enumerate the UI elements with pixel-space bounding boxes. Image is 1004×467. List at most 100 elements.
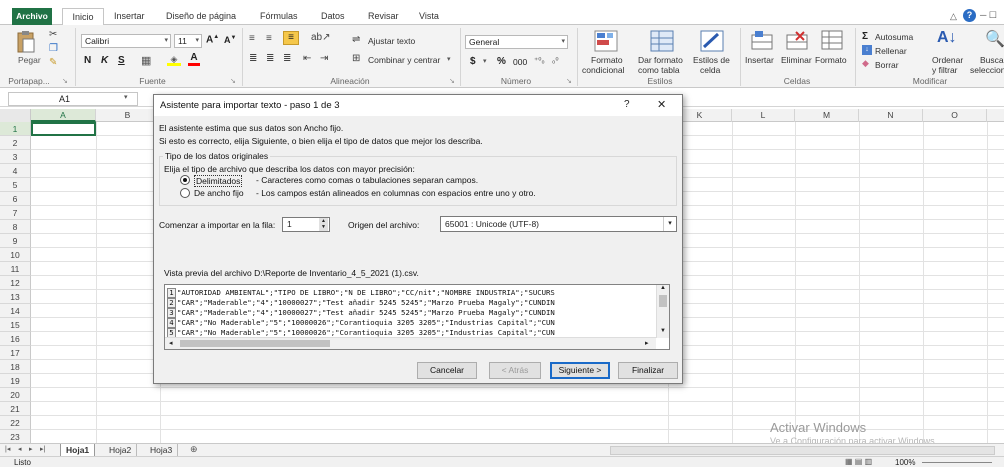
row-header[interactable]: 23 [0,430,31,444]
delete-cells-icon[interactable] [786,30,808,50]
radio-fixed-width[interactable] [180,188,190,198]
row-header[interactable]: 19 [0,374,31,388]
merge-center-icon[interactable]: ⊞ [352,53,360,64]
format-as-table-label1[interactable]: Dar formato [638,55,683,65]
format-painter-icon[interactable]: ✎ [49,57,57,68]
align-middle-icon[interactable]: ≡ [266,33,272,44]
sheet-nav-prev-icon[interactable]: ◂ [18,445,22,453]
decrease-indent-icon[interactable]: ⇤ [303,53,311,64]
orientation-icon[interactable]: ab↗ [311,32,331,43]
tab-insertar[interactable]: Insertar [110,8,149,25]
tab-diseno[interactable]: Diseño de página [162,8,240,25]
autosum-button[interactable]: Autosuma [875,32,913,42]
radio-delimited[interactable] [180,175,190,185]
window-controls-icon[interactable]: ─ ☐ [980,10,997,21]
help-icon[interactable]: ? [963,9,976,22]
row-header[interactable]: 11 [0,262,31,276]
tab-vista[interactable]: Vista [415,8,443,25]
row-header[interactable]: 14 [0,304,31,318]
column-header[interactable]: O [923,109,987,122]
sort-label1[interactable]: Ordenar [932,55,963,65]
new-sheet-icon[interactable]: ⊕ [190,444,198,455]
sort-label2[interactable]: y filtrar [932,65,958,75]
cut-icon[interactable]: ✂ [49,29,57,40]
chevron-down-icon[interactable]: ▾ [483,57,487,65]
dialog-launcher-icon[interactable]: ↘ [230,77,236,85]
scrollbar-thumb[interactable] [180,340,330,347]
align-right-icon[interactable]: ≣ [283,53,291,64]
next-button[interactable]: Siguiente > [550,362,610,379]
cancel-button[interactable]: Cancelar [417,362,477,379]
italic-button[interactable]: K [101,55,108,66]
selected-cell[interactable] [31,122,96,136]
number-format-combo[interactable]: General ▾ [465,35,568,49]
conditional-format-icon[interactable] [594,30,618,52]
shrink-font-icon[interactable]: A▼ [224,35,236,45]
fill-icon[interactable]: ↓ [862,45,872,55]
sheet-nav-next-icon[interactable]: ▸ [29,445,33,453]
font-color-icon[interactable]: A [188,52,200,66]
view-normal-icon[interactable]: ▦ ▤ ▥ [845,457,872,466]
row-header[interactable]: 17 [0,346,31,360]
format-button[interactable]: Formato [815,55,847,65]
row-header[interactable]: 8 [0,220,31,234]
wrap-text-icon[interactable]: ⇌ [352,34,360,45]
dialog-launcher-icon[interactable]: ↘ [566,77,572,85]
scroll-right-icon[interactable]: ▸ [645,339,649,347]
row-header[interactable]: 9 [0,234,31,248]
align-center-icon[interactable]: ≣ [266,53,274,64]
column-header[interactable]: M [795,109,859,122]
chevron-down-icon[interactable]: ▾ [124,93,128,101]
row-header[interactable]: 20 [0,388,31,402]
increase-decimal-icon[interactable]: ⁺⁰₀ [534,56,545,65]
font-name-combo[interactable]: Calibri ▾ [81,34,171,48]
format-as-table-icon[interactable] [650,30,674,52]
row-header[interactable]: 18 [0,360,31,374]
zoom-slider[interactable] [922,462,992,463]
row-header[interactable]: 6 [0,192,31,206]
row-header[interactable]: 7 [0,206,31,220]
sheet-nav-first-icon[interactable]: |◂ [5,445,10,453]
scrollbar-thumb[interactable] [659,295,667,307]
delete-button[interactable]: Eliminar [781,55,812,65]
tab-revisar[interactable]: Revisar [364,8,403,25]
cell-styles-label1[interactable]: Estilos de [693,55,730,65]
scroll-up-icon[interactable]: ▲ [660,285,666,291]
tab-inicio[interactable]: Inicio [62,8,104,26]
row-header[interactable]: 10 [0,248,31,262]
autosum-icon[interactable]: Σ [862,31,868,42]
wrap-text-button[interactable]: Ajustar texto [368,36,415,46]
eraser-icon[interactable]: ◆ [862,58,869,69]
file-origin-combo[interactable]: 65001 : Unicode (UTF-8) ▾ [440,216,677,232]
row-header[interactable]: 5 [0,178,31,192]
row-header[interactable]: 2 [0,136,31,150]
row-header[interactable]: 1 [0,122,31,136]
underline-button[interactable]: S [118,55,125,66]
radio-fixed-width-label[interactable]: De ancho fijo [194,188,244,198]
insert-cells-icon[interactable] [751,30,773,50]
sort-filter-icon[interactable]: A↓ [937,29,957,47]
preview-vertical-scrollbar[interactable]: ▲ ▼ [656,285,669,338]
align-top-icon[interactable]: ≡ [249,33,255,44]
file-preview-box[interactable]: 1 "AUTORIDAD AMBIENTAL";"TIPO DE LIBRO";"… [164,284,670,350]
align-left-icon[interactable]: ≣ [249,53,257,64]
finish-button[interactable]: Finalizar [618,362,678,379]
dialog-close-button[interactable]: ✕ [657,98,666,111]
preview-horizontal-scrollbar[interactable]: ◂ ▸ [165,337,656,349]
radio-delimited-label[interactable]: Delimitados [194,175,243,187]
thousands-button[interactable]: 000 [513,57,527,67]
currency-button[interactable]: $ [470,56,476,67]
dialog-help-button[interactable]: ? [624,99,630,110]
column-header[interactable]: A [31,109,96,122]
copy-icon[interactable]: ❐ [49,43,58,54]
row-header[interactable]: 4 [0,164,31,178]
paste-label[interactable]: Pegar [18,55,41,65]
tab-file[interactable]: Archivo [12,8,52,25]
zoom-level[interactable]: 100% [895,457,915,467]
tab-datos[interactable]: Datos [317,8,349,25]
percent-button[interactable]: % [497,56,506,67]
fill-button[interactable]: Rellenar [875,46,907,56]
insert-button[interactable]: Insertar [745,55,774,65]
row-header[interactable]: 3 [0,150,31,164]
find-label1[interactable]: Buscar [980,55,1004,65]
